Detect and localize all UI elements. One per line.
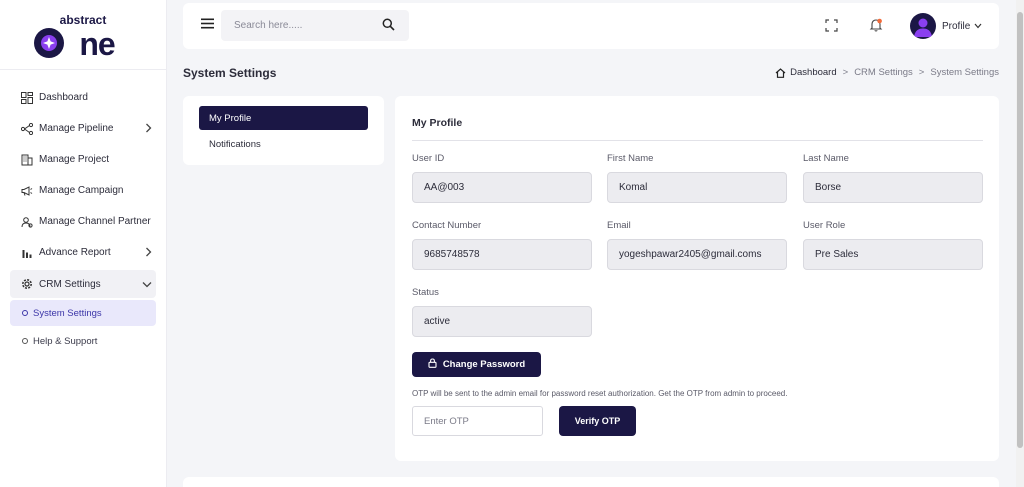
breadcrumb-item[interactable]: CRM Settings [854,67,913,78]
logo[interactable]: abstract ne [0,0,166,70]
last-name-input[interactable]: Borse [803,172,983,203]
last-name-field: Last Name Borse [803,153,983,203]
chevron-right-icon [145,123,152,136]
partner-icon [20,215,33,228]
contact-number-input[interactable]: 9685748578 [412,239,592,270]
sidebar-item-manage-channel-partner[interactable]: Manage Channel Partner [0,206,166,237]
email-field: Email yogeshpawar2405@gmail.coms [607,220,787,270]
settings-tab-notifications[interactable]: Notifications [199,132,368,156]
sidebar: abstract ne Dashboard Manage Pipeline Ma… [0,0,167,487]
megaphone-icon [20,184,33,197]
field-label: Contact Number [412,220,482,231]
user-role-field: User Role Pre Sales [803,220,983,270]
verify-otp-button[interactable]: Verify OTP [559,406,636,436]
lock-icon [428,358,437,371]
profile-menu[interactable]: Profile [910,13,982,39]
sidebar-item-manage-project[interactable]: Manage Project [0,144,166,175]
card-title: My Profile [412,117,463,129]
dashboard-icon [20,91,33,104]
contact-number-field: Contact Number 9685748578 [412,220,592,270]
home-icon [775,67,786,78]
otp-note: OTP will be sent to the admin email for … [412,389,788,398]
user-role-input[interactable]: Pre Sales [803,239,983,270]
page-title: System Settings [183,66,277,80]
change-password-label: Change Password [442,359,526,370]
settings-tab-my-profile[interactable]: My Profile [199,106,368,130]
gear-icon [20,278,33,291]
divider [412,140,983,141]
fullscreen-icon[interactable] [825,19,838,35]
sidebar-item-crm-settings[interactable]: CRM Settings [10,270,156,298]
otp-input[interactable] [412,406,543,436]
avatar [910,13,936,39]
notification-bell-icon[interactable] [869,18,883,35]
logo-text-top: abstract [60,13,107,27]
search-icon[interactable] [382,18,395,34]
chevron-down-icon [142,280,152,291]
search-box [221,10,409,41]
bottom-card [183,477,999,487]
breadcrumb-home[interactable]: Dashboard [775,67,837,78]
change-password-button[interactable]: Change Password [412,352,541,377]
sidebar-item-label: Manage Channel Partner [39,216,151,227]
sidebar-item-label: CRM Settings [39,278,101,290]
profile-label: Profile [942,20,971,32]
top-bar: Profile [183,3,999,49]
profile-card: My Profile User ID AA@003 First Name Kom… [395,96,999,461]
field-label: Last Name [803,153,849,164]
field-label: Status [412,287,439,298]
sidebar-subitem-help-support[interactable]: Help & Support [10,328,156,354]
sidebar-item-label: Manage Pipeline [39,123,114,134]
breadcrumb-item: Dashboard [790,67,837,78]
chevron-down-icon [974,23,982,29]
search-input[interactable] [234,20,374,31]
svg-text:ne: ne [79,26,115,61]
settings-menu: My Profile Notifications [183,96,384,165]
sidebar-item-label: Manage Project [39,154,110,165]
sidebar-nav: Dashboard Manage Pipeline Manage Project… [0,70,166,354]
sidebar-item-manage-campaign[interactable]: Manage Campaign [0,175,166,206]
field-label: User Role [803,220,846,231]
field-label: Email [607,220,631,231]
first-name-input[interactable]: Komal [607,172,787,203]
status-field: Status active [412,287,592,337]
circle-icon [22,338,28,344]
breadcrumb: Dashboard > CRM Settings > System Settin… [775,67,999,78]
sidebar-item-label: Dashboard [39,92,88,103]
sidebar-subitem-system-settings[interactable]: System Settings [10,300,156,326]
scrollbar-thumb[interactable] [1017,12,1023,448]
sidebar-item-dashboard[interactable]: Dashboard [0,82,166,113]
pipeline-icon [20,122,33,135]
menu-icon[interactable] [201,18,214,32]
chevron-right-icon [145,247,152,260]
first-name-field: First Name Komal [607,153,787,203]
breadcrumb-separator: > [842,67,849,78]
abstract-one-logo: abstract ne [34,13,116,61]
building-icon [20,153,33,166]
breadcrumb-separator: > [918,67,925,78]
email-input[interactable]: yogeshpawar2405@gmail.coms [607,239,787,270]
sidebar-item-label: Advance Report [39,247,111,258]
sidebar-item-advance-report[interactable]: Advance Report [0,237,166,268]
sidebar-subitem-label: Help & Support [33,335,98,347]
status-input[interactable]: active [412,306,592,337]
circle-icon [22,310,28,316]
field-label: First Name [607,153,654,164]
field-label: User ID [412,153,445,164]
sidebar-item-label: Manage Campaign [39,185,124,196]
bar-chart-icon [20,246,33,259]
sidebar-item-manage-pipeline[interactable]: Manage Pipeline [0,113,166,144]
sidebar-subitem-label: System Settings [33,307,102,319]
scrollbar[interactable] [1016,0,1024,487]
user-id-field: User ID AA@003 [412,153,592,203]
breadcrumb-item: System Settings [930,67,999,78]
user-id-input[interactable]: AA@003 [412,172,592,203]
